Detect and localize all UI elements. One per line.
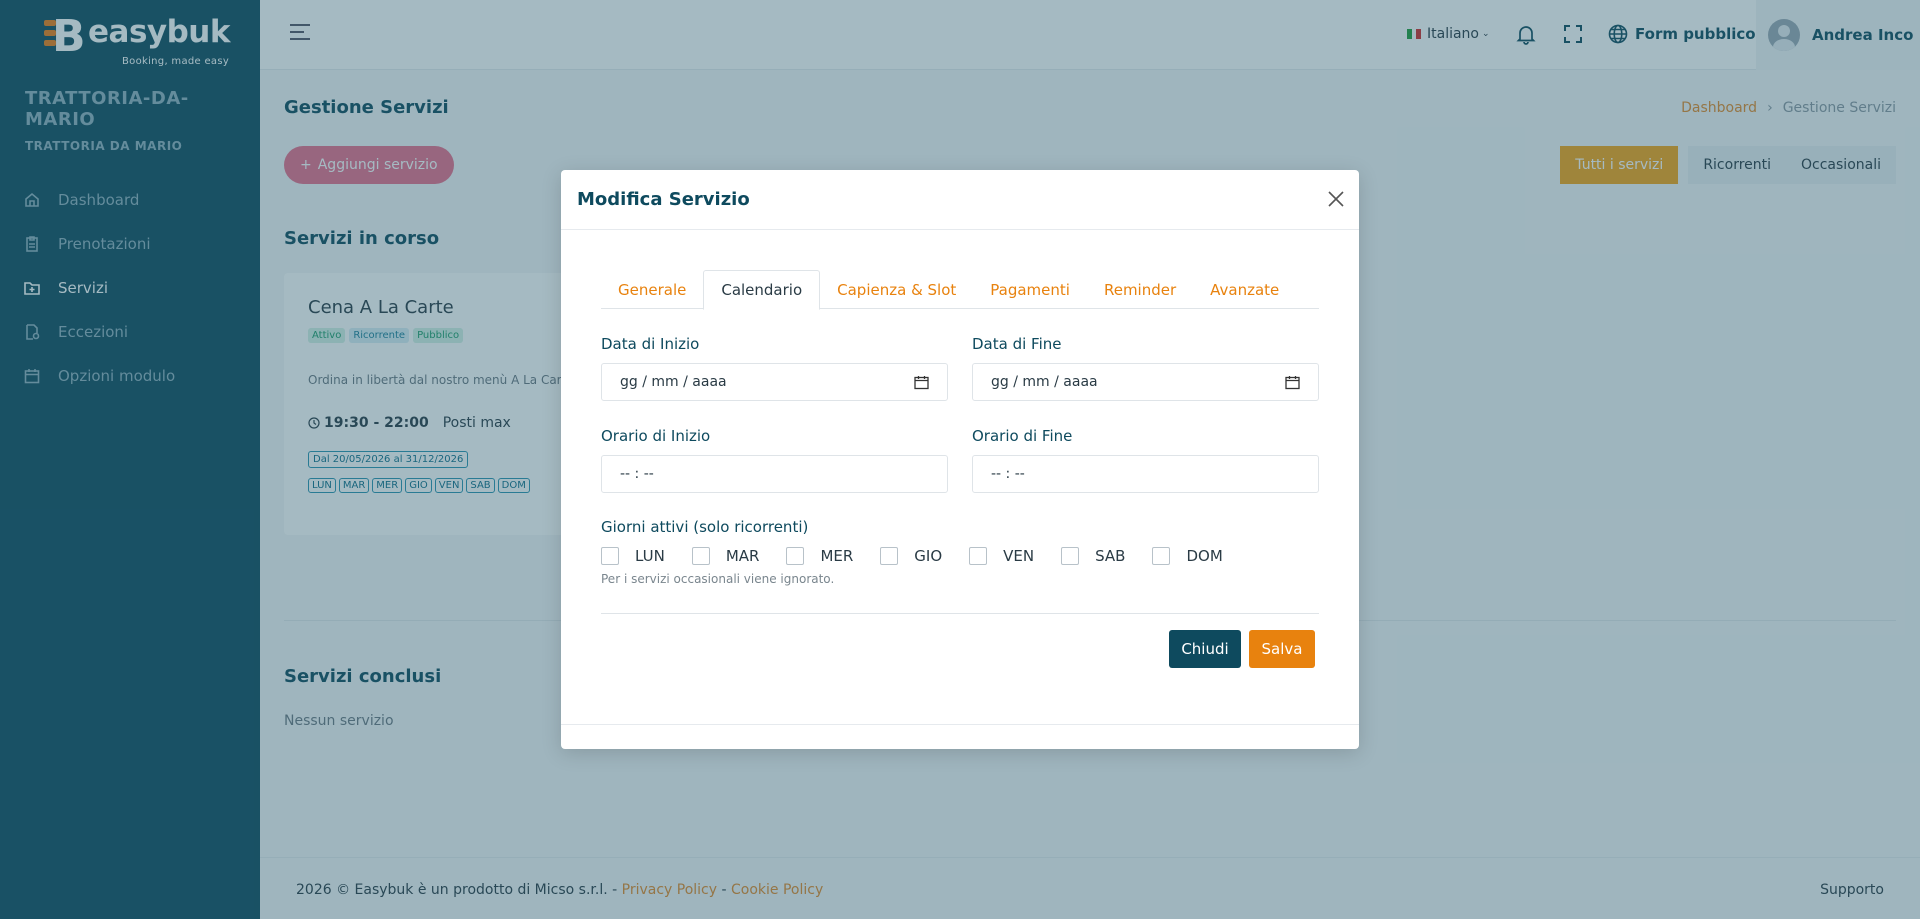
day-checkbox-mar[interactable]: MAR	[691, 547, 759, 565]
end-date-value: gg / mm / aaaa	[991, 374, 1098, 390]
end-date-input[interactable]: gg / mm / aaaa	[972, 363, 1319, 401]
tab-pagamenti[interactable]: Pagamenti	[973, 270, 1087, 309]
start-time-label: Orario di Inizio	[601, 427, 711, 445]
checkbox[interactable]	[880, 547, 899, 565]
checkbox[interactable]	[1061, 547, 1080, 565]
checkbox[interactable]	[601, 547, 619, 565]
modal-divider	[601, 613, 1319, 614]
start-date-input[interactable]: gg / mm / aaaa	[601, 363, 948, 401]
active-days-label: Giorni attivi (solo ricorrenti)	[601, 518, 809, 536]
end-time-input[interactable]: -- : --	[972, 455, 1319, 493]
tab-reminder[interactable]: Reminder	[1087, 270, 1193, 309]
tab-avanzate[interactable]: Avanzate	[1193, 270, 1296, 309]
start-time-value: -- : --	[620, 466, 654, 482]
start-date-label: Data di Inizio	[601, 335, 700, 353]
end-time-value: -- : --	[991, 466, 1025, 482]
tab-capienza-slot[interactable]: Capienza & Slot	[820, 270, 973, 309]
tab-generale[interactable]: Generale	[601, 270, 703, 309]
modal-tabs: Generale Calendario Capienza & Slot Paga…	[601, 270, 1319, 310]
start-date-value: gg / mm / aaaa	[620, 374, 727, 390]
checkbox[interactable]	[786, 547, 805, 565]
end-time-label: Orario di Fine	[972, 427, 1073, 445]
modal-header: Modifica Servizio	[561, 170, 1359, 230]
modal-title: Modifica Servizio	[577, 189, 750, 210]
checkbox[interactable]	[1152, 547, 1171, 565]
close-icon[interactable]	[1327, 190, 1345, 208]
modal-footer	[561, 724, 1359, 725]
day-checkbox-gio[interactable]: GIO	[880, 547, 942, 565]
tab-calendario[interactable]: Calendario	[703, 270, 821, 310]
checkbox[interactable]	[969, 547, 988, 565]
close-button[interactable]: Chiudi	[1169, 630, 1241, 668]
active-days-checkboxes: LUN MAR MER GIO VEN SAB DOM	[601, 547, 1250, 565]
end-date-label: Data di Fine	[972, 335, 1062, 353]
day-checkbox-lun[interactable]: LUN	[601, 547, 665, 565]
start-time-input[interactable]: -- : --	[601, 455, 948, 493]
checkbox[interactable]	[691, 547, 710, 565]
calendar-icon[interactable]	[914, 375, 929, 390]
day-checkbox-ven[interactable]: VEN	[969, 547, 1034, 565]
edit-service-modal: Modifica Servizio Generale Calendario Ca…	[561, 170, 1359, 749]
day-checkbox-dom[interactable]: DOM	[1152, 547, 1223, 565]
calendar-icon[interactable]	[1285, 375, 1300, 390]
active-days-hint: Per i servizi occasionali viene ignorato…	[601, 572, 835, 586]
day-checkbox-sab[interactable]: SAB	[1061, 547, 1125, 565]
save-button[interactable]: Salva	[1249, 630, 1315, 668]
day-checkbox-mer[interactable]: MER	[786, 547, 853, 565]
